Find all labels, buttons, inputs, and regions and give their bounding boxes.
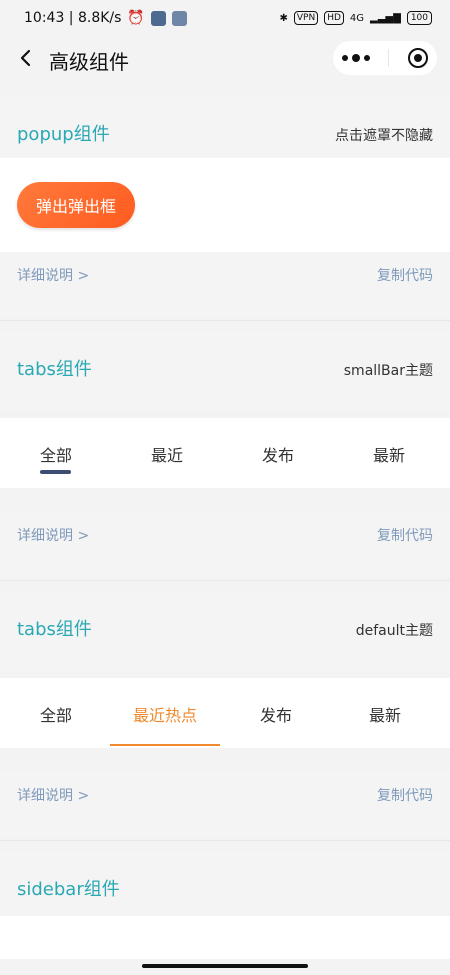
hd-badge: HD <box>324 11 344 25</box>
status-left: 10:43 | 8.8K/s ⏰ <box>24 10 187 26</box>
mini-program-capsule <box>333 41 437 75</box>
battery-indicator: 100 <box>406 11 432 25</box>
app-icon <box>150 10 166 26</box>
tabs-smallbar-section-note: smallBar主题 <box>343 363 433 379</box>
sidebar-section-title: sidebar组件 <box>17 879 120 900</box>
sidebar-demo-area <box>0 916 450 959</box>
page-title: 高级组件 <box>49 50 129 74</box>
record-icon[interactable] <box>407 48 428 68</box>
popup-detail-link[interactable]: 详细说明 > <box>17 265 89 285</box>
popup-detail-row: 详细说明 > 复制代码 <box>0 252 450 316</box>
alarm-icon: ⏰ <box>127 10 145 26</box>
tab-latest-default[interactable]: 最新 <box>369 702 401 726</box>
network-label: 4G <box>349 12 365 24</box>
tab-all-smallbar[interactable]: 全部 <box>40 442 72 466</box>
tabs-default: 全部 最近热点 发布 最新 <box>0 678 450 748</box>
status-bar: 10:43 | 8.8K/s ⏰ ✱ VPN HD 4G ▂▃▅▇ 100 <box>0 0 450 36</box>
tabs-smallbar-copy-code-link[interactable]: 复制代码 <box>377 525 433 545</box>
tab-publish-default[interactable]: 发布 <box>260 702 292 726</box>
tab-publish-smallbar[interactable]: 发布 <box>262 442 294 466</box>
section-divider <box>0 320 450 321</box>
popup-section-title: popup组件 <box>17 124 110 145</box>
popup-section-note: 点击遮罩不隐藏 <box>335 128 433 144</box>
bluetooth-icon: ✱ <box>279 12 288 24</box>
vpn-badge: VPN <box>293 11 319 25</box>
capsule-divider <box>388 49 390 67</box>
home-indicator[interactable] <box>142 964 308 968</box>
popup-copy-code-link[interactable]: 复制代码 <box>377 265 433 285</box>
sidebar-section-header: sidebar组件 <box>0 851 450 916</box>
open-popup-button[interactable]: 弹出弹出框 <box>17 182 135 228</box>
tabs-smallbar-detail-link[interactable]: 详细说明 > <box>17 525 89 545</box>
tabs-default-section-header: tabs组件 default主题 <box>0 591 450 671</box>
tabs-smallbar-section-title: tabs组件 <box>17 359 92 380</box>
tabs-default-copy-code-link[interactable]: 复制代码 <box>377 785 433 805</box>
status-time-speed: 10:43 | 8.8K/s <box>24 10 122 26</box>
send-icon <box>171 10 187 26</box>
tab-all-default[interactable]: 全部 <box>40 702 72 726</box>
tabs-smallbar-detail-row: 详细说明 > 复制代码 <box>0 512 450 576</box>
tabs-default-detail-link[interactable]: 详细说明 > <box>17 785 89 805</box>
section-divider <box>0 840 450 841</box>
tab-recent-hot-default[interactable]: 最近热点 <box>133 702 197 726</box>
tab-latest-smallbar[interactable]: 最新 <box>373 442 405 466</box>
active-tab-indicator-default <box>110 744 220 746</box>
tabs-default-section-note: default主题 <box>355 623 433 639</box>
status-right: ✱ VPN HD 4G ▂▃▅▇ 100 <box>279 11 432 25</box>
section-divider <box>0 580 450 581</box>
more-icon[interactable] <box>342 53 371 62</box>
tab-recent-smallbar[interactable]: 最近 <box>151 442 183 466</box>
popup-demo-area: 弹出弹出框 <box>0 158 450 252</box>
tabs-default-detail-row: 详细说明 > 复制代码 <box>0 772 450 836</box>
page: { "status": { "time_speed": "10:43 | 8.8… <box>0 0 450 975</box>
active-tab-indicator-smallbar <box>40 470 71 474</box>
top-navigation-bar: 高级组件 <box>0 36 450 82</box>
signal-icon: ▂▃▅▇ <box>370 12 401 24</box>
tabs-smallbar-section-header: tabs组件 smallBar主题 <box>0 331 450 411</box>
tabs-default-section-title: tabs组件 <box>17 619 92 640</box>
back-icon[interactable] <box>16 48 36 68</box>
tabs-smallbar: 全部 最近 发布 最新 <box>0 418 450 488</box>
